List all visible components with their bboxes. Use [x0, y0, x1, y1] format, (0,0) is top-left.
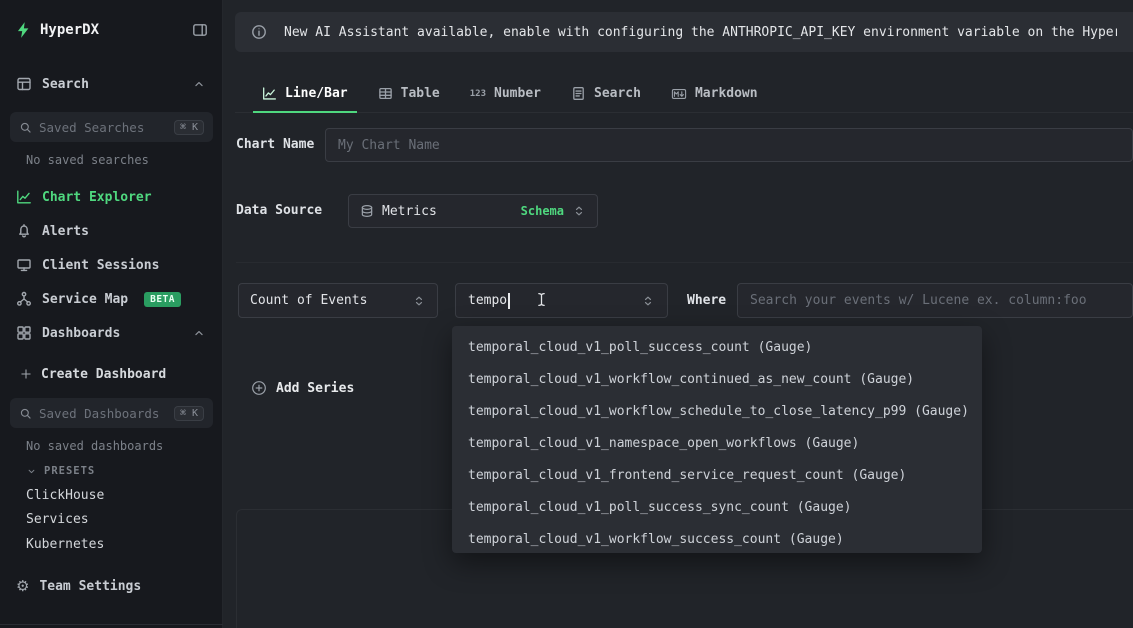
line-chart-icon: [262, 86, 277, 101]
create-dashboard-button[interactable]: Create Dashboard: [0, 362, 222, 386]
add-series-label: Add Series: [276, 381, 354, 396]
document-list-icon: [571, 86, 586, 101]
chart-name-input[interactable]: [325, 128, 1133, 162]
sidebar-item-client-sessions[interactable]: Client Sessions: [0, 253, 222, 277]
sidebar-item-team-settings[interactable]: ⚙ Team Settings: [0, 574, 222, 598]
tab-label: Search: [594, 86, 641, 101]
sidebar-item-label: Search: [42, 77, 89, 92]
brand-row: HyperDX: [0, 18, 222, 42]
beta-badge: BETA: [144, 292, 181, 307]
sidebar: HyperDX Search ⌘ K No saved searches: [0, 0, 223, 628]
metric-select-input[interactable]: tempo: [455, 283, 668, 318]
dashboards-grid-icon: [16, 325, 32, 341]
selector-icon: [572, 204, 586, 218]
sidebar-item-label: Dashboards: [42, 326, 120, 341]
sidebar-bottom-divider: [0, 624, 223, 625]
saved-searches-shortcut: ⌘ K: [174, 120, 204, 135]
schema-link[interactable]: Schema: [521, 204, 564, 218]
chart-type-tabs: Line/Bar Table 123 Number Search Markdow…: [235, 75, 1133, 113]
gear-icon: ⚙: [16, 579, 29, 594]
selector-icon: [412, 294, 426, 308]
sidebar-item-label: Team Settings: [39, 579, 141, 594]
saved-searches-input[interactable]: [39, 120, 167, 135]
circle-plus-icon: [251, 380, 267, 396]
banner-text: New AI Assistant available, enable with …: [284, 25, 1117, 40]
sidebar-item-service-map[interactable]: Service Map BETA: [0, 287, 222, 311]
metric-options-dropdown: temporal_cloud_v1_poll_success_count (Ga…: [452, 326, 982, 553]
saved-dashboards-input[interactable]: [39, 406, 167, 421]
sidebar-item-label: Alerts: [42, 224, 89, 239]
dropdown-option[interactable]: temporal_cloud_v1_poll_success_count (Ga…: [452, 332, 982, 364]
where-input[interactable]: [737, 283, 1133, 318]
dropdown-option[interactable]: temporal_cloud_v1_frontend_service_reque…: [452, 460, 982, 492]
saved-dashboards-searchbox[interactable]: ⌘ K: [10, 398, 213, 428]
preset-kubernetes[interactable]: Kubernetes: [26, 537, 104, 552]
no-saved-dashboards-text: No saved dashboards: [26, 439, 163, 453]
brand-title: HyperDX: [40, 22, 99, 38]
tab-label: Table: [401, 86, 440, 101]
sidebar-item-chart-explorer[interactable]: Chart Explorer: [0, 185, 222, 209]
sidebar-item-label: Chart Explorer: [42, 190, 152, 205]
mouse-ibeam-cursor: [533, 291, 550, 308]
plus-icon: [20, 368, 32, 380]
search-icon: [19, 407, 32, 420]
where-label: Where: [687, 283, 726, 318]
tab-line-bar[interactable]: Line/Bar: [247, 75, 363, 112]
search-section-icon: [16, 76, 32, 92]
dropdown-option[interactable]: temporal_cloud_v1_poll_success_sync_coun…: [452, 492, 982, 524]
dropdown-option[interactable]: temporal_cloud_v1_workflow_schedule_to_c…: [452, 396, 982, 428]
ai-assistant-banner: New AI Assistant available, enable with …: [235, 12, 1133, 52]
monitor-icon: [16, 257, 32, 273]
info-icon: [251, 24, 267, 40]
no-saved-searches-text: No saved searches: [26, 153, 149, 167]
search-icon: [19, 121, 32, 134]
collapse-sidebar-icon[interactable]: [192, 22, 208, 38]
create-dashboard-label: Create Dashboard: [41, 367, 166, 382]
service-map-icon: [16, 291, 32, 307]
tab-label: Number: [494, 86, 541, 101]
presets-toggle[interactable]: PRESETS: [26, 465, 95, 477]
database-icon: [360, 204, 374, 218]
presets-label: PRESETS: [44, 465, 95, 477]
text-caret: [508, 293, 510, 309]
chart-name-label: Chart Name: [236, 128, 314, 162]
bell-icon: [16, 223, 32, 239]
preset-services[interactable]: Services: [26, 512, 89, 527]
dropdown-option[interactable]: temporal_cloud_v1_workflow_success_count…: [452, 524, 982, 553]
chart-explorer-icon: [16, 189, 32, 205]
tab-table[interactable]: Table: [363, 75, 455, 112]
chevron-up-icon: [192, 326, 206, 340]
chevron-down-icon: [26, 466, 37, 477]
tab-label: Markdown: [695, 86, 758, 101]
data-source-label: Data Source: [236, 194, 322, 228]
metric-input-value: tempo: [468, 293, 507, 308]
app-window: HyperDX Search ⌘ K No saved searches: [0, 0, 1133, 628]
add-series-button[interactable]: Add Series: [251, 380, 354, 396]
tab-label: Line/Bar: [285, 86, 348, 101]
tab-markdown[interactable]: Markdown: [656, 75, 773, 112]
preset-clickhouse[interactable]: ClickHouse: [26, 488, 104, 503]
chevron-up-icon: [192, 77, 206, 91]
tab-number[interactable]: 123 Number: [455, 75, 556, 112]
sidebar-item-search[interactable]: Search: [0, 72, 222, 96]
series-section-divider: [236, 262, 1133, 263]
data-source-select[interactable]: Metrics Schema: [348, 194, 598, 228]
sidebar-item-label: Service Map: [42, 292, 128, 307]
hyperdx-logo-icon: [14, 21, 32, 39]
tab-search[interactable]: Search: [556, 75, 656, 112]
table-icon: [378, 86, 393, 101]
sidebar-item-label: Client Sessions: [42, 258, 159, 273]
saved-searches-searchbox[interactable]: ⌘ K: [10, 112, 213, 142]
aggregation-value: Count of Events: [250, 293, 367, 308]
dropdown-option[interactable]: temporal_cloud_v1_workflow_continued_as_…: [452, 364, 982, 396]
sidebar-item-alerts[interactable]: Alerts: [0, 219, 222, 243]
dropdown-option[interactable]: temporal_cloud_v1_namespace_open_workflo…: [452, 428, 982, 460]
sidebar-item-dashboards[interactable]: Dashboards: [0, 321, 222, 345]
selector-icon: [641, 294, 655, 308]
markdown-icon: [671, 86, 687, 102]
saved-dashboards-shortcut: ⌘ K: [174, 406, 204, 421]
number-123-icon: 123: [470, 89, 486, 99]
data-source-value: Metrics: [382, 204, 437, 219]
aggregation-select[interactable]: Count of Events: [238, 283, 438, 318]
